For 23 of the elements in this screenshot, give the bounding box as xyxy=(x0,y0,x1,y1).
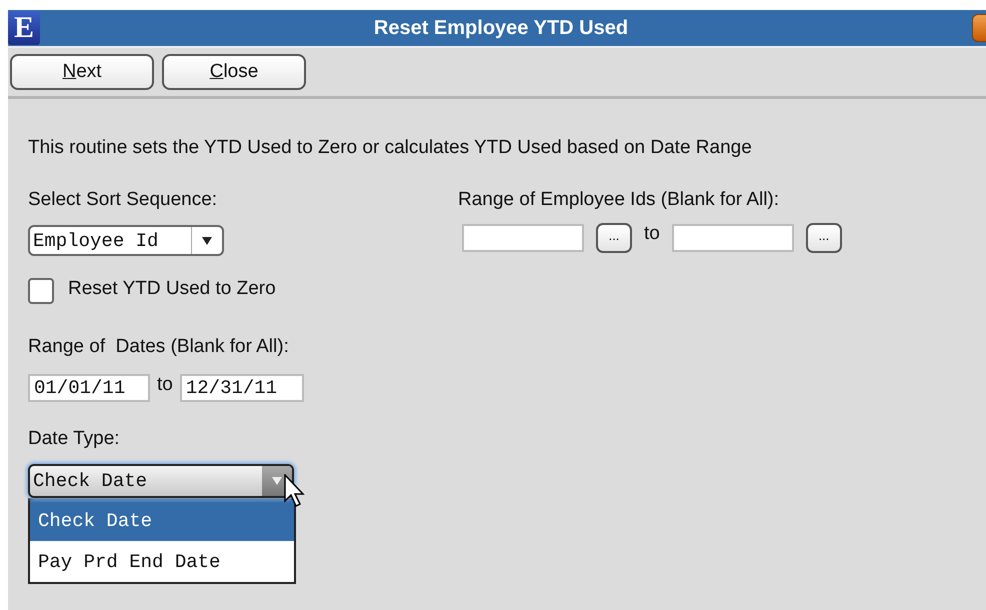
field-label: Select Sort Sequence: xyxy=(28,189,218,211)
caret-icon xyxy=(272,477,282,485)
checkbox[interactable] xyxy=(28,278,54,304)
employee-id-field[interactable] xyxy=(672,224,794,252)
checkbox-label: Reset YTD Used to Zero xyxy=(68,278,276,300)
caret-icon xyxy=(202,236,212,244)
sort-dropdown[interactable]: Employee Id xyxy=(28,225,224,256)
lookup-button[interactable]: ... xyxy=(806,223,842,253)
to-label: to xyxy=(644,223,660,245)
next-button[interactable]: Next xyxy=(10,54,154,90)
date-field[interactable]: 01/01/11 xyxy=(28,374,150,402)
window-title: Reset Employee YTD Used xyxy=(372,16,630,40)
employee-id-field[interactable] xyxy=(462,224,584,252)
field-label: Range of Employee Ids (Blank for All): xyxy=(458,189,780,211)
field-label: Range of Dates (Blank for All): xyxy=(28,336,289,358)
close-button[interactable]: Close xyxy=(162,54,306,90)
app-logo: E xyxy=(8,11,40,45)
dropdown-option[interactable]: Check Date xyxy=(30,500,294,541)
to-label: to xyxy=(157,374,173,396)
lookup-button[interactable]: ... xyxy=(596,223,632,253)
field-label: Date Type: xyxy=(28,428,120,450)
date-field[interactable]: 12/31/11 xyxy=(180,374,304,402)
description-text: This routine sets the YTD Used to Zero or calculates YTD Used based on Date Range xyxy=(28,137,752,159)
